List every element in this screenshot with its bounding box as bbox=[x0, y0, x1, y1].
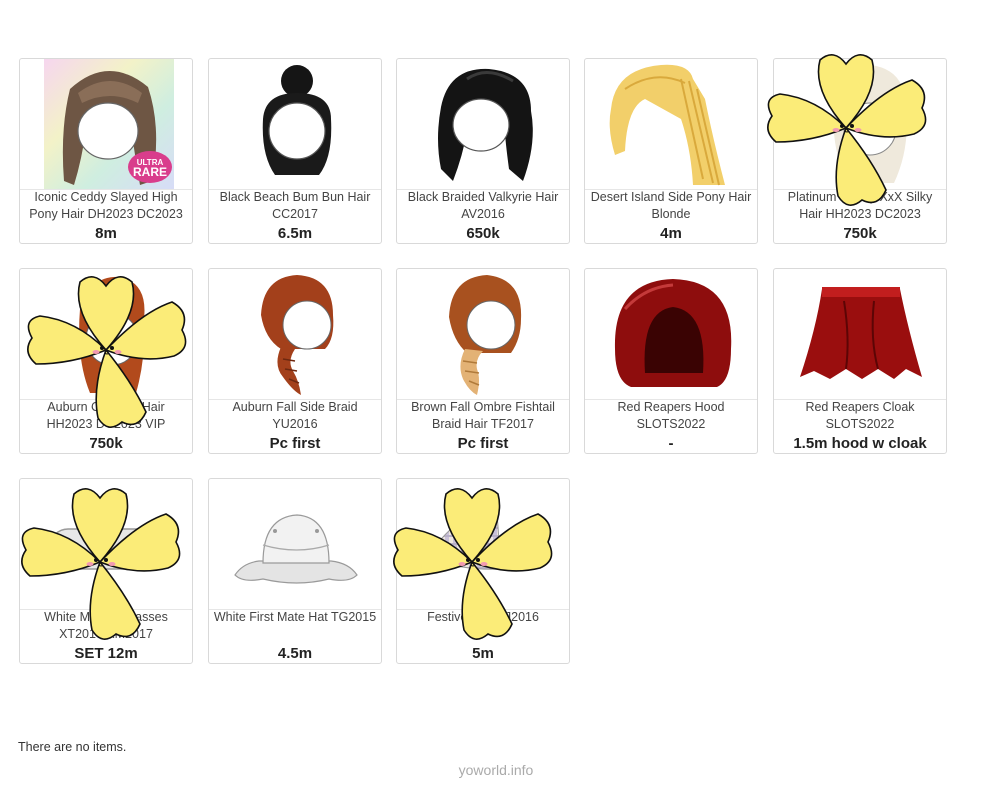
empty-message: There are no items. bbox=[18, 740, 127, 754]
item-image bbox=[209, 479, 381, 609]
item-image bbox=[209, 269, 381, 399]
item-price: Pc first bbox=[457, 435, 509, 452]
item-card[interactable]: White Male C Glasses XT2017 XM2017 SET 1… bbox=[19, 478, 193, 664]
item-card[interactable]: Auburn Ceddy F Hair HH2023 DC2023 VIP 75… bbox=[19, 268, 193, 454]
item-name: Red Reapers Cloak SLOTS2022 bbox=[805, 400, 915, 431]
item-name: Auburn Fall Side Braid YU2016 bbox=[232, 400, 358, 431]
item-card[interactable]: Red Reapers Hood SLOTS2022 - bbox=[584, 268, 758, 454]
item-image bbox=[20, 479, 192, 609]
item-card[interactable]: ULTRA RARE Iconic Ceddy Slayed High Pony… bbox=[19, 58, 193, 244]
item-image bbox=[774, 269, 946, 399]
item-name: Black Braided Valkyrie Hair AV2016 bbox=[407, 190, 559, 221]
item-price: 750k bbox=[89, 435, 123, 452]
item-image bbox=[585, 59, 757, 189]
item-name: Black Beach Bum Bun Hair CC2017 bbox=[219, 190, 371, 221]
item-price: 8m bbox=[95, 225, 117, 242]
svg-text:RARE: RARE bbox=[133, 165, 167, 179]
item-price: 6.5m bbox=[277, 225, 313, 242]
item-image bbox=[397, 479, 569, 609]
item-image bbox=[397, 269, 569, 399]
item-card[interactable]: Black Braided Valkyrie Hair AV2016 650k bbox=[396, 58, 570, 244]
item-image bbox=[774, 59, 946, 189]
item-name: Auburn Ceddy F Hair HH2023 DC2023 VIP bbox=[46, 400, 166, 431]
item-price: 750k bbox=[843, 225, 877, 242]
item-price: 5m bbox=[472, 645, 494, 662]
item-card[interactable]: Desert Island Side Pony Hair Blonde 4m bbox=[584, 58, 758, 244]
item-price: SET 12m bbox=[74, 645, 138, 662]
item-name: Festive Sna XJ2016 bbox=[427, 610, 539, 624]
item-card[interactable]: Black Beach Bum Bun Hair CC2017 6.5m bbox=[208, 58, 382, 244]
item-card[interactable]: Brown Fall Ombre Fishtail Braid Hair TF2… bbox=[396, 268, 570, 454]
item-name: Iconic Ceddy Slayed High Pony Hair DH202… bbox=[29, 190, 183, 221]
footer-link[interactable]: yoworld.info bbox=[0, 762, 992, 778]
item-image bbox=[20, 269, 192, 399]
item-name: Desert Island Side Pony Hair Blonde bbox=[590, 190, 752, 221]
item-price: - bbox=[668, 435, 674, 452]
item-image bbox=[397, 59, 569, 189]
item-card[interactable]: Red Reapers Cloak SLOTS2022 1.5m hood w … bbox=[773, 268, 947, 454]
item-price: 650k bbox=[466, 225, 500, 242]
item-price: 4m bbox=[660, 225, 682, 242]
item-name: White First Mate Hat TG2015 bbox=[213, 610, 377, 624]
item-name: Brown Fall Ombre Fishtail Braid Hair TF2… bbox=[411, 400, 555, 431]
item-name: White Male C Glasses XT2017 XM2017 bbox=[44, 610, 168, 641]
item-card[interactable]: Auburn Fall Side Braid YU2016 Pc first bbox=[208, 268, 382, 454]
item-price: 1.5m hood w cloak bbox=[793, 435, 927, 452]
item-card[interactable]: White First Mate Hat TG2015 4.5m bbox=[208, 478, 382, 664]
item-name: Red Reapers Hood SLOTS2022 bbox=[617, 400, 725, 431]
item-image bbox=[209, 59, 381, 189]
item-card[interactable]: Festive Sna XJ2016 5m bbox=[396, 478, 570, 664]
item-price: Pc first bbox=[269, 435, 321, 452]
item-grid: ULTRA RARE Iconic Ceddy Slayed High Pony… bbox=[19, 58, 959, 678]
item-image bbox=[585, 269, 757, 399]
item-name: Platinum Ceddy XxX Silky Hair HH2023 DC2… bbox=[787, 190, 933, 221]
item-image: ULTRA RARE bbox=[20, 59, 192, 189]
item-card[interactable]: Platinum Ceddy XxX Silky Hair HH2023 DC2… bbox=[773, 58, 947, 244]
item-price: 4.5m bbox=[277, 645, 313, 662]
